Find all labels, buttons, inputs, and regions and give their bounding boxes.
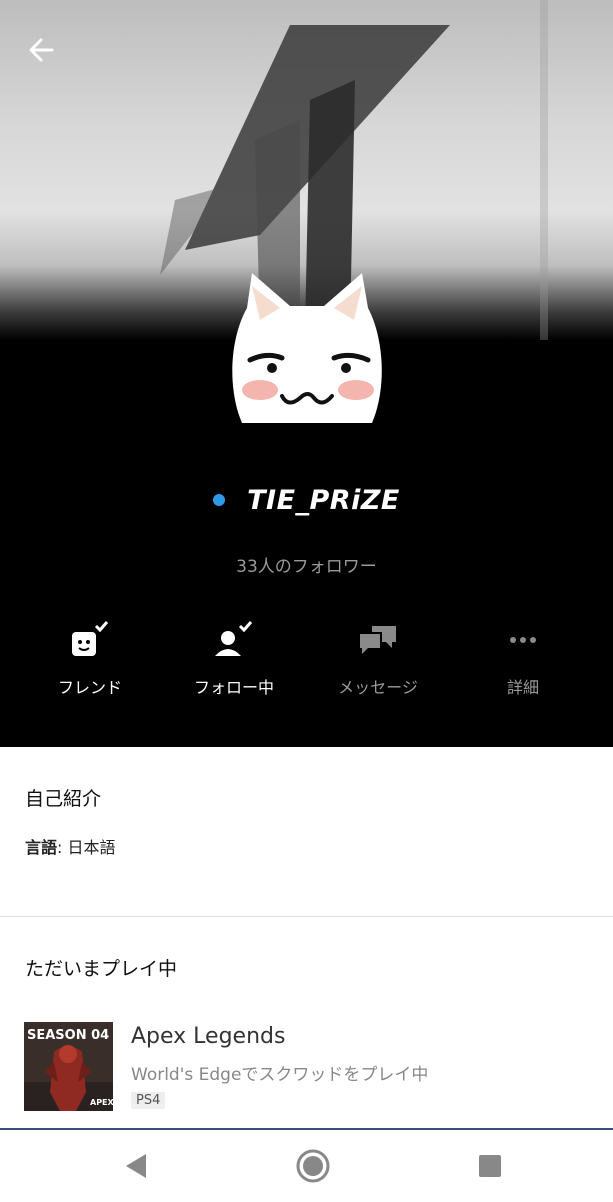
about-title: 自己紹介	[25, 788, 102, 810]
more-button[interactable]: 詳細	[463, 618, 583, 708]
message-button[interactable]: メッセージ	[318, 618, 438, 708]
language-label: 言語	[25, 838, 58, 857]
friend-label: フレンド	[57, 678, 122, 697]
following-check-icon	[215, 621, 253, 656]
language-value: : 日本語	[57, 838, 116, 857]
nav-back-button[interactable]	[116, 1146, 156, 1186]
now-playing-title: ただいまプレイ中	[25, 958, 178, 980]
message-icon	[360, 626, 396, 654]
nav-recents-icon	[479, 1155, 501, 1177]
username-row: TIE_PRiZE	[0, 478, 613, 522]
message-label: メッセージ	[338, 678, 418, 697]
game-title: Apex Legends	[131, 1024, 286, 1049]
nav-recents-button[interactable]	[470, 1146, 510, 1186]
game-status: World's Edgeでスクワッドをプレイ中	[131, 1065, 429, 1085]
back-button[interactable]	[22, 30, 62, 70]
platform-badge: PS4	[131, 1092, 166, 1109]
friend-check-icon	[72, 621, 109, 656]
section-divider	[0, 916, 613, 917]
followers-count[interactable]: 33人のフォロワー	[0, 552, 613, 577]
nav-home-button[interactable]	[293, 1146, 333, 1186]
nav-back-icon	[126, 1154, 146, 1178]
system-nav-bar	[0, 1128, 613, 1202]
game-thumbnail: SEASON 04 APEX	[24, 1022, 113, 1111]
more-label: 詳細	[506, 678, 539, 697]
online-status-dot	[213, 494, 226, 506]
thumb-logo-text: APEX	[90, 1098, 113, 1107]
username: TIE_PRiZE	[247, 484, 400, 516]
following-button[interactable]: フォロー中	[174, 618, 294, 708]
arrow-left-icon	[29, 38, 54, 62]
profile-header: TIE_PRiZE 33人のフォロワー フレンド フォロー中 メッセージ 詳細	[0, 0, 613, 747]
now-playing-game[interactable]: SEASON 04 APEX Apex Legends World's Edge…	[0, 1010, 613, 1120]
thumb-season-text: SEASON 04	[27, 1028, 109, 1043]
avatar[interactable]	[222, 268, 392, 438]
friend-button[interactable]: フレンド	[30, 618, 150, 708]
more-icon	[510, 637, 536, 643]
following-label: フォロー中	[193, 678, 274, 697]
profile-actions: フレンド フォロー中 メッセージ 詳細	[0, 618, 613, 708]
nav-home-icon	[296, 1149, 330, 1183]
language-line: 言語: 日本語	[25, 834, 116, 858]
